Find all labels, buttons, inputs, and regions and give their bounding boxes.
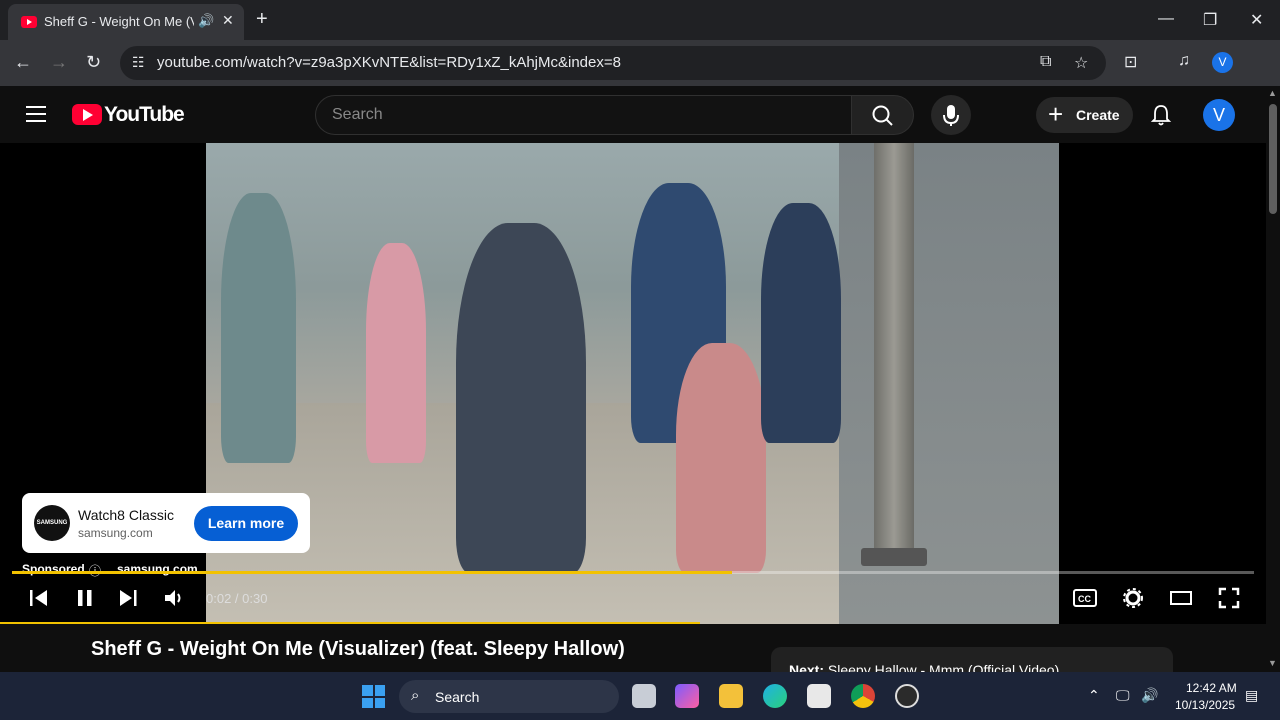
create-label: Create — [1076, 107, 1120, 123]
windows-start-icon[interactable] — [362, 685, 385, 708]
ad-title[interactable]: Watch8 Classic — [78, 507, 174, 523]
reload-icon[interactable]: ↻ — [86, 52, 101, 72]
minimize-button[interactable]: — — [1158, 10, 1174, 28]
next-icon[interactable] — [117, 587, 139, 609]
browser-toolbar: ← → ↻ ☷ youtube.com/watch?v=z9a3pXKvNTE&… — [0, 40, 1280, 86]
bookmark-star-icon[interactable]: ☆ — [1074, 53, 1088, 73]
address-bar[interactable]: ☷ youtube.com/watch?v=z9a3pXKvNTE&list=R… — [120, 46, 1106, 80]
forward-arrow-icon[interactable]: → — [50, 52, 68, 72]
time-display: 0:02 / 0:30 — [206, 591, 268, 606]
speaker-icon[interactable]: 🔊 — [198, 13, 214, 29]
previous-icon[interactable] — [28, 587, 50, 609]
clock-date[interactable]: 10/13/2025 — [1175, 698, 1235, 712]
page-scrollbar[interactable]: ▲ ▼ — [1266, 86, 1280, 672]
copilot-icon[interactable] — [675, 684, 699, 708]
volume-tray-icon[interactable]: 🔊 — [1141, 687, 1158, 704]
fullscreen-icon[interactable] — [1218, 587, 1240, 609]
microphone-icon — [943, 105, 959, 126]
search-button[interactable] — [851, 95, 914, 135]
media-control-icon[interactable]: ♫ — [1178, 52, 1190, 70]
browser-tab[interactable]: Sheff G - Weight On Me (Vi 🔊 ✕ — [8, 4, 244, 40]
progress-bar[interactable] — [12, 571, 1254, 574]
search-icon — [872, 105, 893, 126]
search-box[interactable] — [315, 95, 852, 135]
notification-center-icon[interactable]: ▤ — [1245, 687, 1258, 704]
video-pole — [874, 143, 914, 563]
youtube-logo-icon[interactable] — [72, 104, 102, 125]
video-figure — [366, 243, 426, 463]
youtube-header: YouTube + Create V — [0, 86, 1266, 143]
taskbar-search[interactable]: ⌕ Search — [399, 680, 619, 713]
ad-overlay-card[interactable]: SAMSUNG Watch8 Classic samsung.com Learn… — [22, 493, 310, 553]
close-window-button[interactable]: ✕ — [1250, 10, 1263, 30]
video-figure — [456, 223, 586, 573]
learn-more-button[interactable]: Learn more — [194, 506, 298, 541]
captions-icon[interactable]: CC — [1073, 587, 1097, 609]
scroll-down-icon[interactable]: ▼ — [1268, 658, 1277, 668]
below-video-accent-bar — [0, 622, 700, 624]
restore-button[interactable]: ❐ — [1203, 10, 1217, 30]
theater-mode-icon[interactable] — [1170, 587, 1192, 609]
ad-domain: samsung.com — [78, 526, 153, 540]
progress-fill — [12, 571, 733, 574]
tab-search-icon[interactable]: ⊡ — [1124, 52, 1137, 72]
tab-title: Sheff G - Weight On Me (Vi — [44, 14, 194, 29]
video-figure — [761, 203, 841, 443]
video-figure — [676, 343, 766, 573]
video-player[interactable]: SAMSUNG Watch8 Classic samsung.com Learn… — [0, 143, 1266, 624]
network-icon[interactable]: 🖵 — [1116, 687, 1130, 704]
install-app-icon[interactable]: ⧉ — [1040, 53, 1051, 71]
svg-text:CC: CC — [1078, 594, 1091, 604]
account-avatar[interactable]: V — [1203, 99, 1235, 131]
taskbar-search-label: Search — [435, 689, 480, 705]
pause-icon[interactable] — [74, 587, 96, 609]
youtube-favicon-icon — [21, 16, 37, 28]
site-info-icon[interactable]: ☷ — [132, 54, 145, 71]
voice-search-button[interactable] — [931, 95, 971, 135]
scroll-up-icon[interactable]: ▲ — [1268, 88, 1277, 98]
volume-icon[interactable] — [163, 587, 187, 609]
edge-browser-icon[interactable] — [763, 684, 787, 708]
back-arrow-icon[interactable]: ← — [14, 52, 32, 72]
browser-tab-strip: Sheff G - Weight On Me (Vi 🔊 ✕ + — ❐ ✕ — [0, 0, 1280, 40]
task-view-icon[interactable] — [632, 684, 656, 708]
close-tab-icon[interactable]: ✕ — [222, 12, 234, 29]
windows-taskbar: ⌕ Search ⌃ 🖵 🔊 12:42 AM 10/13/2025 ▤ — [0, 672, 1280, 720]
search-input[interactable] — [332, 106, 832, 124]
video-frame[interactable] — [206, 143, 1059, 624]
chrome-icon[interactable] — [851, 684, 875, 708]
show-hidden-icons-chevron-icon[interactable]: ⌃ — [1088, 687, 1100, 704]
menu-icon[interactable] — [26, 106, 46, 122]
clock-time[interactable]: 12:42 AM — [1186, 681, 1237, 695]
video-title: Sheff G - Weight On Me (Visualizer) (fea… — [91, 638, 625, 660]
url-text[interactable]: youtube.com/watch?v=z9a3pXKvNTE&list=RDy… — [157, 54, 621, 71]
scroll-thumb[interactable] — [1269, 104, 1277, 214]
create-button[interactable]: + Create — [1036, 97, 1133, 133]
video-pole-base — [861, 548, 927, 566]
plus-icon: + — [1048, 99, 1064, 129]
chatgpt-icon[interactable] — [895, 684, 919, 708]
samsung-logo: SAMSUNG — [34, 505, 70, 541]
settings-gear-icon[interactable] — [1122, 587, 1144, 609]
notifications-bell-icon[interactable] — [1150, 104, 1172, 126]
file-explorer-icon[interactable] — [719, 684, 743, 708]
profile-avatar[interactable]: V — [1212, 52, 1233, 73]
microsoft-store-icon[interactable] — [807, 684, 831, 708]
search-icon: ⌕ — [411, 687, 420, 704]
video-figure — [221, 193, 296, 463]
youtube-wordmark[interactable]: YouTube — [104, 103, 185, 127]
new-tab-button[interactable]: + — [256, 8, 268, 30]
